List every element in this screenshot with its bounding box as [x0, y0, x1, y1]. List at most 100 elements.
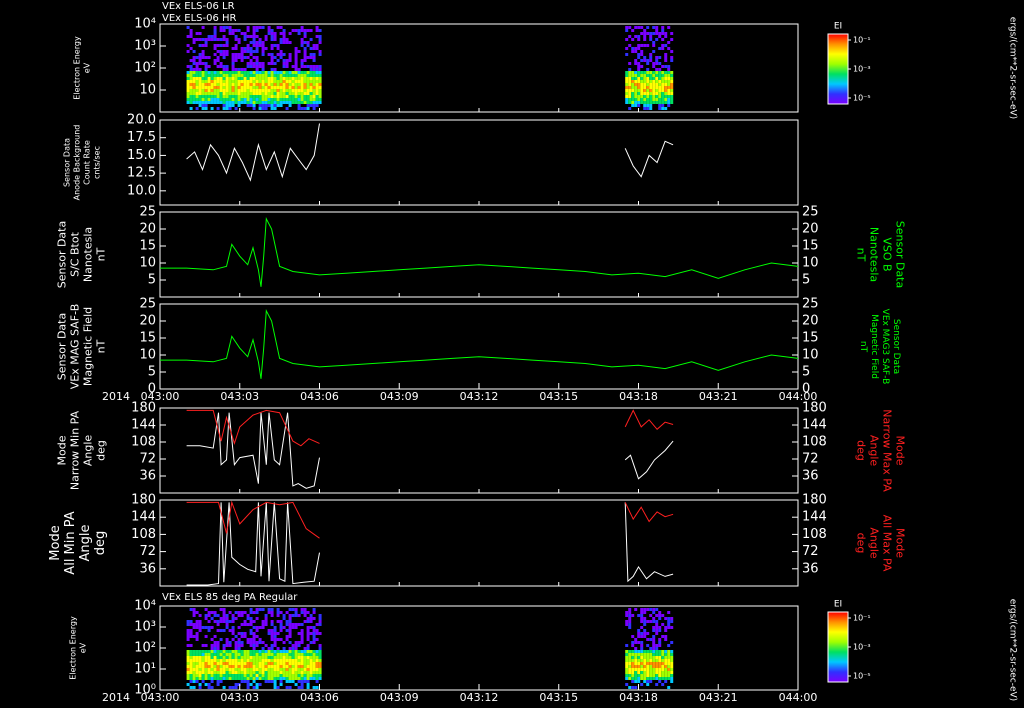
heatmap-cell: [646, 98, 650, 101]
heatmap-cell: [285, 62, 289, 65]
heatmap-cell: [264, 653, 268, 656]
heatmap-cell: [661, 47, 665, 50]
heatmap-cell: [637, 662, 641, 665]
heatmap-cell: [634, 671, 638, 674]
heatmap-cell: [201, 101, 205, 104]
heatmap-cell: [658, 638, 662, 641]
heatmap-cell: [649, 677, 653, 680]
heatmap-cell: [204, 677, 208, 680]
heatmap-cell: [237, 95, 241, 98]
heatmap-cell: [195, 653, 199, 656]
heatmap-cell: [655, 80, 659, 83]
heatmap-cell: [300, 95, 304, 98]
heatmap-cell: [228, 86, 232, 89]
heatmap-cell: [643, 677, 647, 680]
heatmap-cell: [625, 71, 629, 74]
heatmap-cell: [276, 92, 280, 95]
heatmap-cell: [273, 107, 277, 110]
heatmap-cell: [282, 665, 286, 668]
heatmap-cell: [231, 74, 235, 77]
heatmap-cell: [240, 632, 244, 635]
heatmap-cell: [288, 77, 292, 80]
heatmap-cell: [249, 632, 253, 635]
heatmap-cell: [297, 686, 301, 689]
heatmap-cell: [261, 83, 265, 86]
heatmap-cell: [300, 635, 304, 638]
heatmap-cell: [640, 71, 644, 74]
heatmap-cell: [264, 659, 268, 662]
heatmap-cell: [273, 656, 277, 659]
heatmap-cell: [234, 635, 238, 638]
heatmap-cell: [649, 98, 653, 101]
heatmap-cell: [216, 653, 220, 656]
heatmap-cell: [273, 77, 277, 80]
heatmap-cell: [267, 77, 271, 80]
heatmap-cell: [315, 650, 319, 653]
heatmap-cell: [210, 95, 214, 98]
heatmap-cell: [649, 86, 653, 89]
heatmap-cell: [294, 65, 298, 68]
heatmap-cell: [294, 53, 298, 56]
heatmap-cell: [243, 95, 247, 98]
heatmap-cell: [195, 38, 199, 41]
heatmap-cell: [664, 638, 668, 641]
heatmap-cell: [279, 656, 283, 659]
heatmap-cell: [189, 35, 193, 38]
heatmap-cell: [267, 632, 271, 635]
heatmap-cell: [315, 44, 319, 47]
right-axis-label-line: nT: [855, 248, 868, 262]
heatmap-cell: [234, 89, 238, 92]
y-tick-label-right: 15: [802, 239, 819, 254]
heatmap-cell: [291, 80, 295, 83]
heatmap-cell: [234, 68, 238, 71]
heatmap-cell: [625, 677, 629, 680]
heatmap-cell: [288, 620, 292, 623]
heatmap-cell: [670, 653, 674, 656]
heatmap-cell: [640, 92, 644, 95]
heatmap-cell: [282, 29, 286, 32]
heatmap-cell: [267, 29, 271, 32]
y-tick-label: 10¹: [134, 662, 156, 677]
heatmap-cell: [652, 95, 656, 98]
heatmap-cell: [318, 647, 322, 650]
heatmap-cell: [264, 35, 268, 38]
heatmap-cell: [264, 644, 268, 647]
heatmap-cell: [285, 629, 289, 632]
heatmap-cell: [288, 653, 292, 656]
heatmap-cell: [300, 92, 304, 95]
heatmap-cell: [228, 671, 232, 674]
heatmap-cell: [249, 71, 253, 74]
heatmap-cell: [252, 50, 256, 53]
heatmap-cell: [300, 659, 304, 662]
heatmap-cell: [219, 71, 223, 74]
heatmap-cell: [658, 83, 662, 86]
heatmap-cell: [195, 659, 199, 662]
heatmap-cell: [237, 74, 241, 77]
heatmap-cell: [652, 86, 656, 89]
heatmap-cell: [273, 98, 277, 101]
heatmap-cell: [240, 614, 244, 617]
heatmap-cell: [303, 662, 307, 665]
heatmap-cell: [216, 83, 220, 86]
heatmap-cell: [312, 77, 316, 80]
heatmap-cell: [237, 80, 241, 83]
heatmap-cell: [261, 623, 265, 626]
heatmap-cell: [237, 68, 241, 71]
heatmap-cell: [664, 659, 668, 662]
heatmap-cell: [670, 680, 674, 683]
heatmap-cell: [264, 89, 268, 92]
heatmap-cell: [640, 53, 644, 56]
heatmap-cell: [222, 71, 226, 74]
heatmap-cell: [318, 674, 322, 677]
heatmap-cell: [216, 77, 220, 80]
x-tick-label: 043:00: [141, 390, 180, 403]
heatmap-cell: [204, 107, 208, 110]
x-tick-label: 043:15: [539, 691, 578, 704]
heatmap-cell: [201, 95, 205, 98]
heatmap-cell: [276, 77, 280, 80]
heatmap-cell: [264, 95, 268, 98]
heatmap-cell: [240, 59, 244, 62]
heatmap-cell: [207, 95, 211, 98]
heatmap-cell: [252, 56, 256, 59]
y-tick-label: 25: [139, 205, 156, 220]
